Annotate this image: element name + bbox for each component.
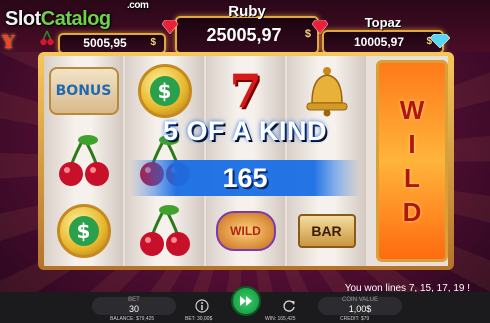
diamond-gem-icon	[430, 34, 450, 48]
cherry-icon	[139, 205, 190, 256]
symbol-cherries	[47, 128, 120, 194]
spin-icon	[240, 296, 252, 306]
jackpot-ruby-name: Ruby	[228, 3, 266, 20]
bet-readout: BET: 30,00$	[185, 316, 212, 322]
wild-letter: L	[404, 163, 420, 193]
info-icon[interactable]	[195, 299, 209, 313]
cherry-icon	[58, 135, 109, 186]
symbol-cherries	[128, 198, 201, 264]
watermark-slot: Slot	[5, 8, 41, 30]
balance-label: BALANCE:	[110, 316, 135, 322]
symbol-dollar-coin: $	[128, 58, 201, 124]
wild-letter: W	[399, 95, 425, 125]
wild-letter: D	[402, 197, 422, 227]
bar-label: BAR	[297, 214, 356, 248]
seven-label: 7	[229, 64, 262, 118]
credit-value: $79	[360, 316, 370, 322]
win-label: WIN:	[265, 316, 277, 322]
win-value: 165,425	[277, 316, 296, 322]
spin-button[interactable]	[231, 286, 261, 316]
wild-letter: I	[408, 129, 416, 159]
ruby-gem-icon	[162, 20, 178, 34]
symbol-wild-small: WILD	[209, 198, 282, 264]
coin-value-label: COIN VALUE	[342, 297, 378, 303]
jackpot-left-value: 5005,95	[83, 36, 127, 50]
expanded-wild: W I L D	[376, 60, 448, 262]
credit-readout: CREDIT: $79	[340, 316, 369, 322]
jackpot-bar: SlotCatalog .com Y 5005,95 $ Ruby 25005,…	[0, 0, 490, 54]
symbol-bar: BAR	[290, 198, 363, 264]
jackpot-left-currency: $	[150, 37, 156, 48]
jackpot-topaz: Topaz 10005,97 $	[322, 15, 444, 54]
jackpot-ruby-currency: $	[304, 28, 311, 40]
balance-value: $79,425	[136, 316, 155, 322]
bell-icon	[306, 67, 347, 117]
credit-label: CREDIT:	[340, 316, 360, 322]
dollar-sign: $	[149, 76, 180, 106]
jackpot-left: 5005,95 $	[58, 33, 166, 54]
jackpot-topaz-name: Topaz	[364, 15, 402, 30]
dollar-sign: $	[68, 216, 99, 246]
bet-label: BET	[128, 297, 140, 303]
footer-bet-label: BET:	[185, 316, 196, 322]
jackpot-topaz-value: 10005,97	[353, 35, 405, 49]
win-amount: 165	[130, 160, 360, 196]
autoplay-icon[interactable]	[282, 299, 296, 313]
bet-value: 30	[128, 304, 139, 314]
watermark-catalog: Catalog	[40, 8, 111, 30]
balance-readout: BALANCE: $79,425	[110, 316, 154, 322]
footer-bet-value: 30,00$	[196, 316, 213, 322]
symbol-dollar-coin: $	[47, 198, 120, 264]
watermark-com: .com	[127, 0, 149, 11]
win-title: 5 OF A KIND	[162, 116, 327, 146]
symbol-seven: 7	[209, 58, 282, 124]
win-readout: WIN: 165,425	[265, 316, 296, 322]
watermark: SlotCatalog .com	[5, 0, 149, 31]
reel-1: BONUS $	[44, 56, 123, 266]
symbol-bonus: BONUS	[47, 58, 120, 124]
bonus-label: BONUS	[48, 67, 119, 115]
jackpot-ruby: Ruby 25005,97 $	[175, 3, 319, 54]
wild-small-label: WILD	[215, 211, 276, 251]
coin-value: 1,00$	[348, 304, 372, 314]
jackpot-ruby-value: 25005,97	[206, 25, 282, 45]
symbol-bell	[290, 58, 363, 124]
game-logo: Y	[2, 32, 15, 53]
